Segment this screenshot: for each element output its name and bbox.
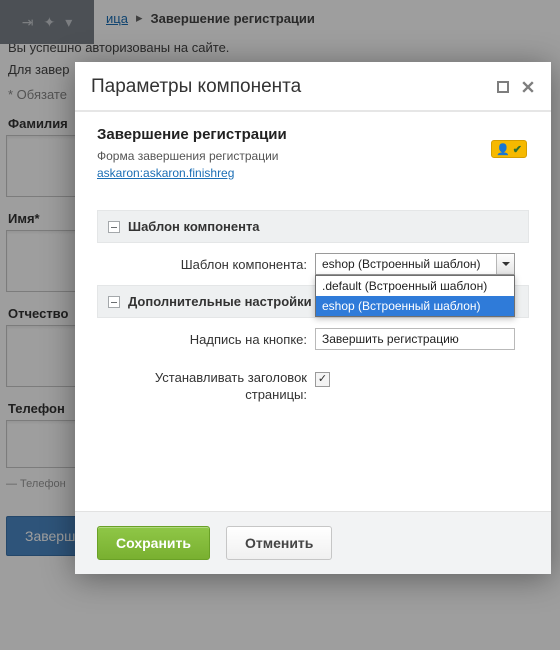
save-button[interactable]: Сохранить [97,526,210,560]
component-description: Форма завершения регистрации [97,149,529,163]
template-select[interactable]: eshop (Встроенный шаблон) [315,253,515,275]
row-template: Шаблон компонента: eshop (Встроенный шаб… [97,243,529,285]
section-template-header[interactable]: Шаблон компонента [97,210,529,243]
component-params-dialog: Параметры компонента 👤 ✔ Завершение реги… [75,62,551,574]
component-badge[interactable]: 👤 ✔ [491,140,527,158]
dialog-footer: Сохранить Отменить [75,511,551,574]
row-button-text: Надпись на кнопке: [97,318,529,360]
dialog-body: 👤 ✔ Завершение регистрации Форма заверше… [75,112,551,511]
component-heading: Завершение регистрации [97,126,529,143]
section-template-title: Шаблон компонента [128,219,260,234]
dialog-header: Параметры компонента [75,62,551,112]
cancel-button[interactable]: Отменить [226,526,332,560]
set-title-label: Устанавливать заголовок страницы: [97,370,307,404]
row-set-title: Устанавливать заголовок страницы: [97,360,529,414]
template-select-dropdown: .default (Встроенный шаблон) eshop (Встр… [315,275,515,317]
button-text-input[interactable] [315,328,515,350]
template-option-default[interactable]: .default (Встроенный шаблон) [316,276,514,296]
badge-check-icon: ✔ [513,143,522,156]
maximize-icon[interactable] [497,81,509,93]
collapse-icon[interactable] [108,221,120,233]
template-select-value: eshop (Встроенный шаблон) [322,257,496,271]
button-text-label: Надпись на кнопке: [97,332,307,347]
chevron-down-icon[interactable] [496,254,514,274]
badge-user-icon: 👤 [496,143,510,156]
component-code-link[interactable]: askaron:askaron.finishreg [97,166,234,180]
set-title-checkbox[interactable] [315,372,330,387]
section-additional-title: Дополнительные настройки [128,294,312,309]
template-option-eshop[interactable]: eshop (Встроенный шаблон) [316,296,514,316]
dialog-title: Параметры компонента [91,76,487,98]
template-label: Шаблон компонента: [97,257,307,272]
collapse-icon[interactable] [108,296,120,308]
close-icon[interactable] [519,78,537,96]
